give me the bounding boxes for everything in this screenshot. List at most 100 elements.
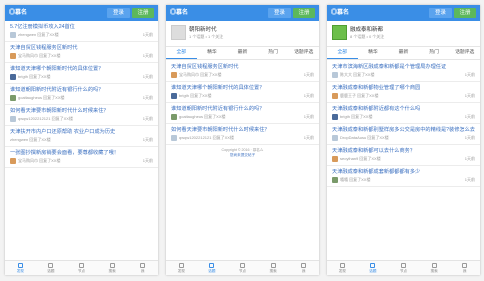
list-item[interactable]: 天津自贸区钱程服务区新时代 宝马购风巾 回复了XX楼 1天前 [5,42,158,63]
author[interactable]: qwqw1202212121 [18,115,50,122]
topic-title[interactable]: 一张图抄撰新房销要会面看，要尊都收藏了哦！ [10,149,153,157]
avatar[interactable] [171,71,177,78]
author[interactable]: 宝马购风巾 [179,71,199,78]
topic-title[interactable]: 如何看天津要市朝阳新时代什么时候来住？ [10,107,153,115]
topic-title[interactable]: 天津融成泰和新都物业管理了哪个商园 [332,84,475,92]
author[interactable]: 鹿鹿王子 [340,92,356,99]
list-item[interactable]: 如何看天津要市朝阳新时代什么时候来住？ qwqw1202212121 回复了XX楼… [166,124,319,145]
list-item[interactable]: 天津融成泰和新都可以去什么商务？ seoyihan9 回复了XX楼 1天前 [327,145,480,166]
tab-hot[interactable]: 热门 [419,47,450,59]
tab-featured[interactable]: 精华 [197,47,228,59]
register-button[interactable]: 注册 [454,8,476,18]
author[interactable]: DropDataAusu [340,134,366,141]
tab-vote[interactable]: 话题评选 [449,47,480,59]
list-item[interactable]: 一张图抄撰新房销要会面看，要尊都收藏了哦！ 宝马购风巾 回复了XX楼 1天前 [5,147,158,168]
list-item[interactable]: 如何看天津要市朝阳新时代什么时候来住？ qwqw1202212121 回复了XX楼… [5,105,158,126]
list-item[interactable]: 天津融成泰和新都附近都有这个什么吗 brigth 回复了XX楼 1天前 [327,103,480,124]
list-item[interactable]: 天津扶开市内户口还原帮助 农业户口成为历史 zhengwen 回复了XX楼 1天前 [5,126,158,147]
avatar[interactable] [332,92,338,99]
nav-me[interactable]: 我 [288,261,319,275]
tab-vote[interactable]: 话题评选 [288,47,319,59]
tab-latest[interactable]: 最新 [227,47,258,59]
topic-title[interactable]: 谁知道天津哪个朝阳新时代的具体位置？ [171,84,314,92]
nav-search[interactable]: 搜索 [419,261,450,275]
login-button[interactable]: 登录 [268,8,291,18]
list-item[interactable]: 天津市滨海新区融成泰和新都是个管理局办理任证 陈大大 回复了XX楼 1天前 [327,61,480,82]
topic-title[interactable]: 谁知道朝阳新时代附近有银行什么的吗？ [171,105,314,113]
avatar[interactable] [10,31,16,38]
avatar[interactable] [332,176,338,183]
list-item[interactable]: 天津自贸区钱程服务区新时代 宝马购风巾 回复了XX楼 1天前 [166,61,319,82]
list-item[interactable]: 天津融成泰和新都物业管理了哪个商园 鹿鹿王子 回复了XX楼 1天前 [327,82,480,103]
nav-discover[interactable]: 发现 [327,261,358,275]
avatar[interactable] [10,52,16,59]
author[interactable]: seoyihan9 [340,155,358,162]
nav-search[interactable]: 搜索 [97,261,128,275]
login-button[interactable]: 登录 [429,8,452,18]
avatar[interactable] [10,157,16,164]
list-item[interactable]: 谁知道朝阳新时代附近有银行什么的吗？ goaltaugheus 回复了XX楼 1天前 [166,103,319,124]
avatar[interactable] [332,155,338,162]
topic-title[interactable]: 天津融成泰和新都可以去什么商务？ [332,147,475,155]
login-button[interactable]: 登录 [107,8,130,18]
app-logo[interactable]: ◎慕名 [9,8,27,18]
author[interactable]: 宝马购风巾 [18,157,38,164]
author[interactable]: brigth [340,113,350,120]
topic-title[interactable]: 谁知道朝阳新时代附近有银行什么的吗？ [10,86,153,94]
topic-title[interactable]: 天津自贸区钱程服务区新时代 [171,63,314,71]
author[interactable]: zhengwen [10,136,28,143]
topic-title[interactable]: 天津扶开市内户口还原帮助 农业户口成为历史 [10,128,153,136]
nav-topics[interactable]: 话题 [358,261,389,275]
avatar[interactable] [171,113,177,120]
nav-topics[interactable]: 话题 [36,261,67,275]
author[interactable]: zhengwen [18,31,36,38]
nav-me[interactable]: 我 [449,261,480,275]
avatar[interactable] [171,92,177,99]
list-item[interactable]: 天津融成泰和新都成套新都都都有多少 嘻嘻 回复了XX楼 1天前 [327,166,480,187]
avatar[interactable] [332,134,338,141]
nav-search[interactable]: 搜索 [258,261,289,275]
nav-discover[interactable]: 发现 [5,261,36,275]
avatar[interactable] [10,115,16,122]
author[interactable]: 嘻嘻 [340,176,348,183]
avatar[interactable] [171,134,177,141]
avatar[interactable] [10,94,16,101]
app-logo[interactable]: ◎慕名 [331,8,349,18]
topic-title[interactable]: 天津市滨海新区融成泰和新都是个管理局办理任证 [332,63,475,71]
list-item[interactable]: 谁知道天津哪个朝阳新时代的具体位置？ brigth 回复了XX楼 1天前 [5,63,158,84]
nav-nodes[interactable]: 节点 [66,261,97,275]
topic-title[interactable]: 天津自贸区钱程服务区新时代 [10,44,153,52]
list-item[interactable]: 谁知道天津哪个朝阳新时代的具体位置？ brigth 回复了XX楼 1天前 [166,82,319,103]
avatar[interactable] [332,113,338,120]
nav-discover[interactable]: 发现 [166,261,197,275]
tab-all[interactable]: 全部 [327,47,358,59]
author[interactable]: brigth [18,73,28,80]
topic-title[interactable]: 谁知道天津哪个朝阳新时代的具体位置？ [10,65,153,73]
list-item[interactable]: 谁知道朝阳新时代附近有银行什么的吗？ goaltaugheus 回复了XX楼 1天前 [5,84,158,105]
register-button[interactable]: 注册 [293,8,315,18]
app-logo[interactable]: ◎慕名 [170,8,188,18]
author[interactable]: brigth [179,92,189,99]
list-item[interactable]: 5.7亿注册模拟币攻入24首位 zhengwen 回复了XX楼 1天前 [5,21,158,42]
tab-featured[interactable]: 精华 [358,47,389,59]
avatar[interactable] [10,73,16,80]
tab-hot[interactable]: 热门 [258,47,289,59]
topic-title[interactable]: 5.7亿注册模拟币攻入24首位 [10,23,153,31]
author[interactable]: goaltaugheus [18,94,42,101]
topic-title[interactable]: 如何看天津要市朝阳新时代什么时候来住？ [171,126,314,134]
author[interactable]: goaltaugheus [179,113,203,120]
author[interactable]: 宝马购风巾 [18,52,38,59]
nav-topics[interactable]: 话题 [197,261,228,275]
footer-link[interactable]: 您尚未提交帖子 [166,153,319,158]
tab-all[interactable]: 全部 [166,47,197,59]
avatar[interactable] [332,71,338,78]
nav-me[interactable]: 我 [127,261,158,275]
tab-latest[interactable]: 最新 [388,47,419,59]
topic-title[interactable]: 天津融成泰和新都附近都有这个什么吗 [332,105,475,113]
topic-title[interactable]: 天津融成泰和新都别墅样房多公交是房中的精线是?装修怎么去装修? [332,126,475,134]
register-button[interactable]: 注册 [132,8,154,18]
topic-title[interactable]: 天津融成泰和新都成套新都都都有多少 [332,168,475,176]
author[interactable]: qwqw1202212121 [179,134,211,141]
nav-nodes[interactable]: 节点 [388,261,419,275]
nav-nodes[interactable]: 节点 [227,261,258,275]
